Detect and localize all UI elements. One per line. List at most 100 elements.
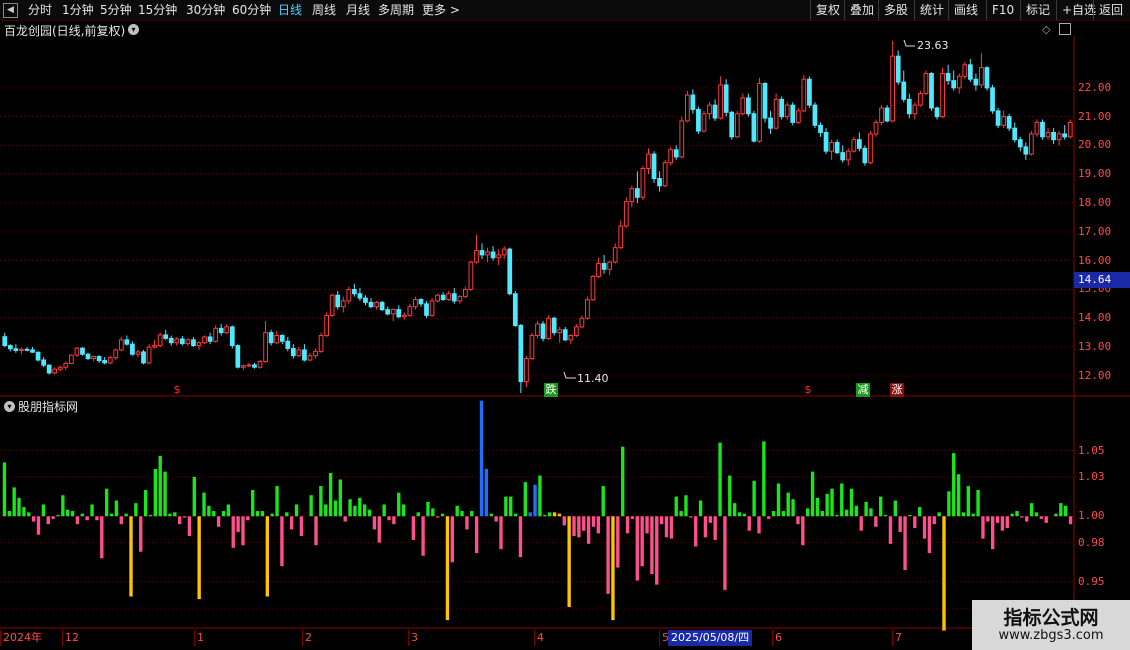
candle-body xyxy=(607,261,613,270)
candle-body xyxy=(679,120,685,158)
candle-body xyxy=(807,78,812,106)
candle-body xyxy=(962,64,968,77)
candle-body xyxy=(246,364,252,367)
candle-body xyxy=(390,309,396,315)
candle-body xyxy=(729,111,735,138)
candle-body xyxy=(113,349,119,359)
candle-body xyxy=(324,314,330,337)
low-price-label: 11.40 xyxy=(577,372,609,385)
signal-marker: 减 xyxy=(856,383,870,397)
candle-body xyxy=(1001,116,1007,126)
candle-body xyxy=(179,338,185,345)
candle-body xyxy=(751,113,757,142)
candle-body xyxy=(252,364,257,368)
candle-body xyxy=(690,94,696,110)
candle-body xyxy=(118,339,124,351)
candle-body xyxy=(235,345,241,368)
candle-body xyxy=(385,309,391,315)
candle-body xyxy=(401,314,407,318)
candle-body xyxy=(745,97,751,115)
candle-body xyxy=(429,300,435,316)
candle-body xyxy=(74,347,80,356)
candle-body xyxy=(879,107,884,123)
candle-body xyxy=(157,334,163,347)
candle-body xyxy=(768,117,773,129)
candle-body xyxy=(279,335,285,342)
candle-body xyxy=(224,326,230,334)
candle-body xyxy=(524,358,529,383)
candle-body xyxy=(35,351,41,361)
candle-body xyxy=(257,360,263,368)
candle-body xyxy=(551,317,557,334)
candle-body xyxy=(124,339,130,345)
candle-body xyxy=(851,139,857,152)
candle-body xyxy=(196,342,202,347)
candle-body xyxy=(329,294,335,316)
watermark-title: 指标公式网 xyxy=(1003,607,1099,629)
candle-body xyxy=(1045,131,1051,138)
candle-body xyxy=(1023,146,1029,155)
candle-body xyxy=(52,368,58,374)
candle-body xyxy=(13,348,19,351)
candle-body xyxy=(290,347,296,357)
candle-body xyxy=(202,336,207,344)
candle-body xyxy=(657,178,662,187)
candle-body xyxy=(1062,133,1068,138)
indicator-menu-icon[interactable]: ▾ xyxy=(4,401,15,412)
price-tick-label: 19.00 xyxy=(1078,167,1112,181)
candle-body xyxy=(41,359,46,366)
candle-body xyxy=(629,188,635,203)
candle-body xyxy=(995,110,1001,126)
candle-body xyxy=(435,294,440,302)
signal-marker: 跌 xyxy=(544,383,558,397)
candle-body xyxy=(80,347,85,355)
price-tick-label: 14.00 xyxy=(1078,311,1112,325)
price-tick-label: 12.00 xyxy=(1078,368,1112,382)
candle-body xyxy=(929,72,934,109)
candle-body xyxy=(346,288,352,302)
candle-body xyxy=(130,343,135,355)
candle-body xyxy=(213,327,219,342)
candle-body xyxy=(801,78,807,112)
price-tick-label: 16.00 xyxy=(1078,253,1112,267)
candle-body xyxy=(96,356,102,362)
candle-body xyxy=(845,150,851,161)
price-chart[interactable] xyxy=(0,0,1130,650)
cursor-date-label: 2025/05/08/四 xyxy=(668,630,753,646)
candle-body xyxy=(268,332,274,344)
low-pointer xyxy=(563,371,576,379)
candle-body xyxy=(912,104,918,115)
candle-body xyxy=(285,340,291,349)
candle-body xyxy=(102,360,108,364)
candle-body xyxy=(146,346,152,364)
time-tick-label: 7 xyxy=(892,630,902,646)
candle-body xyxy=(529,335,535,360)
candle-body xyxy=(1040,121,1045,138)
indicator-tick-label: 0.98 xyxy=(1078,535,1105,549)
candle-body xyxy=(1029,133,1034,155)
candle-body xyxy=(141,351,146,364)
candle-body xyxy=(934,107,940,118)
candle-body xyxy=(873,121,879,135)
candle-body xyxy=(191,339,196,347)
candle-body xyxy=(1006,116,1012,129)
candle-body xyxy=(812,104,818,126)
candle-body xyxy=(979,67,984,86)
candle-body xyxy=(302,349,307,361)
time-tick-label: 12 xyxy=(62,630,79,646)
candle-body xyxy=(418,299,424,305)
candle-body xyxy=(296,349,302,357)
watermark: 指标公式网 www.zbgs3.com xyxy=(972,600,1130,650)
candle-body xyxy=(479,250,485,256)
candle-body xyxy=(1034,121,1040,135)
time-tick-label: 3 xyxy=(408,630,418,646)
candle-body xyxy=(474,250,479,263)
candle-body xyxy=(779,98,785,118)
candle-body xyxy=(368,301,374,308)
candle-body xyxy=(707,104,712,115)
candle-body xyxy=(318,335,324,352)
candle-body xyxy=(507,248,513,295)
candle-body xyxy=(490,251,496,259)
current-price-tag: 14.64 xyxy=(1074,272,1130,288)
candle-body xyxy=(57,366,63,370)
